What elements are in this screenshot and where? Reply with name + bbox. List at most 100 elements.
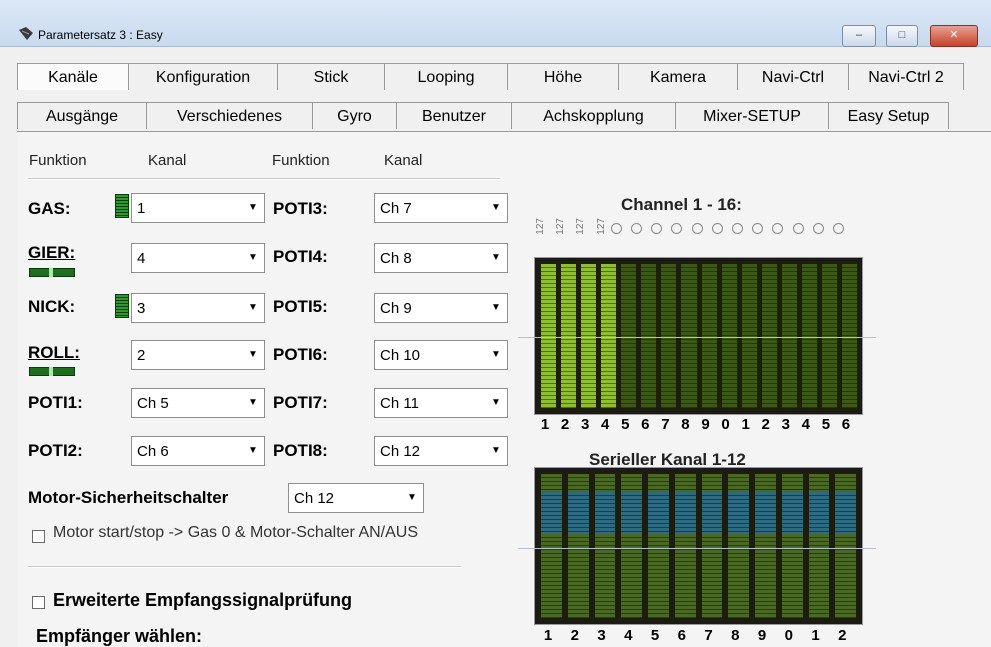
- motor-start-stop-checkbox[interactable]: [32, 530, 45, 543]
- serial-bar-level: [594, 492, 616, 534]
- label-poti6: POTI6:: [273, 345, 328, 364]
- channel-number: 7: [661, 416, 670, 433]
- channel-top-value: 127: [595, 218, 607, 235]
- nick-level-meter: [115, 294, 129, 318]
- channel-top-value: 127: [575, 218, 587, 235]
- roll-channel-select[interactable]: 2 ▼: [131, 340, 265, 370]
- serial-center-line: [518, 548, 876, 549]
- serial-display-title: Serieller Kanal 1-12: [589, 450, 746, 469]
- serial-channel-bar-4: [621, 474, 642, 618]
- chevron-down-icon: ▼: [485, 389, 507, 417]
- tab-easy-setup[interactable]: Easy Setup: [828, 102, 949, 129]
- label-poti5: POTI5:: [273, 297, 328, 316]
- serial-channel-bar-11: [808, 474, 830, 618]
- poti5-channel-select[interactable]: Ch 9 ▼: [374, 293, 508, 323]
- label-gas: GAS:: [28, 199, 71, 218]
- channel-bar-16: [841, 264, 857, 408]
- maximize-button[interactable]: □: [886, 25, 918, 47]
- channel-indicator-circle: [732, 223, 743, 234]
- tab-navi-ctrl[interactable]: Navi-Ctrl: [737, 63, 849, 90]
- motor-switch-select[interactable]: Ch 12 ▼: [288, 483, 424, 513]
- extended-signal-check-checkbox[interactable]: [32, 596, 45, 609]
- chevron-down-icon: ▼: [242, 389, 264, 417]
- serial-channel-bar-9: [755, 474, 776, 618]
- poti2-channel-select[interactable]: Ch 6 ▼: [131, 436, 265, 466]
- tab-kamera[interactable]: Kamera: [618, 63, 738, 90]
- channel-bar-14: [801, 264, 817, 408]
- tab-achskopplung[interactable]: Achskopplung: [511, 102, 676, 129]
- channel-bar-8: [681, 264, 697, 408]
- gas-level-meter: [115, 194, 129, 218]
- poti3-channel-select[interactable]: Ch 7 ▼: [374, 193, 508, 223]
- label-poti3: POTI3:: [273, 199, 328, 218]
- serial-bar-level: [621, 492, 642, 534]
- serial-bar-level: [648, 492, 669, 534]
- section-separator: [28, 566, 461, 568]
- serial-channel-bar-12: [835, 474, 856, 618]
- tab-ausgaenge[interactable]: Ausgänge: [17, 102, 147, 129]
- gier-meter-knob: [49, 268, 53, 277]
- tab-kanaele[interactable]: Kanäle: [17, 63, 129, 90]
- tab-benutzer[interactable]: Benutzer: [396, 102, 512, 129]
- chevron-down-icon: ▼: [242, 244, 264, 272]
- tab-mixer-setup[interactable]: Mixer-SETUP: [675, 102, 829, 129]
- minimize-button[interactable]: –: [842, 25, 876, 47]
- serial-bar-level: [674, 492, 696, 534]
- serial-bar-level: [755, 492, 776, 534]
- gier-channel-value: 4: [137, 250, 146, 267]
- channel-display: [534, 257, 863, 415]
- chevron-down-icon: ▼: [242, 437, 264, 465]
- serial-channel-number: 5: [650, 627, 660, 644]
- poti6-channel-select[interactable]: Ch 10 ▼: [374, 340, 508, 370]
- poti2-channel-value: Ch 6: [137, 443, 169, 460]
- nick-channel-value: 3: [137, 300, 146, 317]
- channel-number: 6: [641, 416, 650, 433]
- tab-verschiedenes[interactable]: Verschiedenes: [146, 102, 313, 129]
- poti4-channel-value: Ch 8: [380, 250, 412, 267]
- header-separator: [28, 178, 500, 180]
- header-funktion-2: Funktion: [272, 152, 330, 169]
- poti8-channel-select[interactable]: Ch 12 ▼: [374, 436, 508, 466]
- nick-channel-select[interactable]: 3 ▼: [131, 293, 265, 323]
- serial-channel-number: 3: [597, 627, 606, 644]
- gas-channel-select[interactable]: 1 ▼: [131, 193, 265, 223]
- serial-channel-display: [534, 467, 863, 625]
- close-icon: ✕: [949, 29, 959, 41]
- label-poti2: POTI2:: [28, 441, 83, 460]
- tab-hoehe[interactable]: Höhe: [507, 63, 619, 90]
- gier-channel-select[interactable]: 4 ▼: [131, 243, 265, 273]
- tab-gyro[interactable]: Gyro: [312, 102, 397, 129]
- serial-bar-level: [835, 492, 856, 534]
- serial-channel-number: 6: [677, 627, 686, 644]
- channel-display-title: Channel 1 - 16:: [621, 195, 742, 214]
- poti4-channel-select[interactable]: Ch 8 ▼: [374, 243, 508, 273]
- channel-bar-2: [561, 264, 577, 408]
- label-poti7: POTI7:: [273, 393, 328, 412]
- channel-number: 4: [801, 416, 810, 433]
- chevron-down-icon: ▼: [242, 294, 264, 322]
- chevron-down-icon: ▼: [485, 294, 507, 322]
- serial-bar-level: [541, 492, 562, 534]
- chevron-down-icon: ▼: [242, 194, 264, 222]
- poti1-channel-select[interactable]: Ch 5 ▼: [131, 388, 265, 418]
- tab-looping[interactable]: Looping: [384, 63, 508, 90]
- tab-konfiguration[interactable]: Konfiguration: [128, 63, 278, 90]
- window-title-bar: Parametersatz 3 : Easy – □ ✕: [0, 0, 991, 47]
- serial-channel-bar-3: [594, 474, 616, 618]
- serial-channel-bar-1: [541, 474, 562, 618]
- header-funktion-1: Funktion: [29, 152, 87, 169]
- close-button[interactable]: ✕: [930, 25, 978, 47]
- roll-level-meter: [29, 367, 75, 376]
- channel-bar-11: [741, 264, 757, 408]
- tab-navi-ctrl-2[interactable]: Navi-Ctrl 2: [848, 63, 964, 90]
- serial-channel-bar-6: [674, 474, 696, 618]
- serial-bar-level: [728, 492, 749, 534]
- poti1-channel-value: Ch 5: [137, 395, 169, 412]
- poti7-channel-select[interactable]: Ch 11 ▼: [374, 388, 508, 418]
- channel-indicator-circle: [691, 223, 703, 234]
- gas-channel-value: 1: [137, 200, 146, 217]
- minimize-icon: –: [855, 29, 863, 41]
- serial-channel-bar-5: [648, 474, 669, 618]
- channel-number: 3: [781, 416, 790, 433]
- tab-stick[interactable]: Stick: [277, 63, 385, 90]
